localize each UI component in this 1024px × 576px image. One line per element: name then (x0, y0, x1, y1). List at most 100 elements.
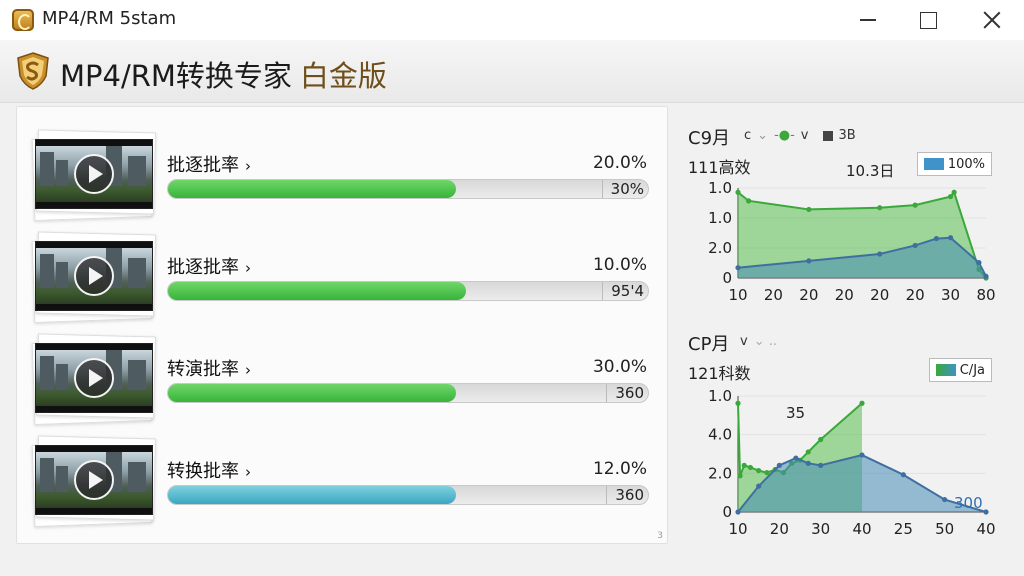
video-thumbnail[interactable] (31, 129, 157, 222)
data-point (942, 496, 948, 503)
data-point (735, 189, 741, 195)
data-point (818, 462, 824, 468)
x-tick-label: 20 (906, 286, 925, 304)
close-button[interactable] (972, 4, 1012, 36)
title-bar: MP4/RM 5stam (0, 0, 1024, 40)
thumbnail-building (128, 462, 146, 492)
y-tick-label: 2.0 (708, 464, 732, 482)
x-tick-label: 20 (799, 286, 818, 304)
maximize-button[interactable] (908, 4, 948, 36)
row-label[interactable]: 转演批率 › (167, 355, 251, 381)
data-point (947, 193, 954, 200)
thumbnail-building (56, 262, 68, 288)
thumbnail-building (128, 258, 146, 288)
data-point (912, 242, 918, 249)
conversion-row[interactable]: 批逐批率 › 20.0% 30% (17, 119, 667, 222)
y-tick-label: 0 (722, 503, 732, 521)
x-tick-label: 80 (976, 286, 995, 304)
x-tick-label: 30 (811, 520, 830, 538)
data-point (983, 509, 989, 515)
chevron-right-icon: › (245, 259, 251, 277)
chart-annotation: 10.3日 (846, 162, 894, 180)
y-tick-label: 4.0 (708, 426, 732, 444)
close-icon (983, 11, 1001, 29)
data-point (805, 449, 811, 455)
row-percent: 10.0% (592, 255, 647, 275)
y-tick-label: 2.0 (708, 239, 732, 257)
progress-bar: 360 (167, 485, 649, 505)
row-percent: 20.0% (592, 153, 647, 173)
conversion-row[interactable]: 转换批率 › 12.0% 360 (17, 425, 667, 528)
x-tick-label: 25 (894, 520, 913, 538)
data-point (877, 205, 883, 211)
play-icon[interactable] (74, 256, 114, 296)
row-percent: 12.0% (592, 459, 647, 479)
thumbnail-building (56, 466, 68, 492)
conversion-row[interactable]: 转演批率 › 30.0% 360 (17, 323, 667, 426)
x-tick-label: 10 (728, 286, 747, 304)
data-point (805, 460, 811, 466)
data-point (933, 235, 939, 242)
chart-top: C9月 c ⌄ -●- v 3B 111高效 100% 1.0 1.0 2.0 0 10… (682, 118, 1002, 318)
progress-bar: 95'4 (167, 281, 649, 301)
series-area (738, 455, 986, 512)
play-icon[interactable] (74, 460, 114, 500)
row-label[interactable]: 转换批率 › (167, 457, 251, 483)
play-icon[interactable] (74, 358, 114, 398)
app-icon (12, 9, 34, 31)
app-name: MP4/RM转换专家 (60, 59, 292, 93)
data-point (818, 436, 824, 443)
data-point (912, 202, 918, 208)
row-label[interactable]: 批逐批率 › (167, 253, 251, 279)
shield-logo-icon (17, 52, 49, 90)
data-point (735, 265, 741, 271)
chevron-right-icon: › (245, 463, 251, 481)
conversion-list: 批逐批率 › 20.0% 30% 批逐批率 › 10.0% 95'4 转演批率 … (16, 106, 668, 544)
row-label[interactable]: 批逐批率 › (167, 151, 251, 177)
thumbnail-building (56, 160, 68, 186)
chevron-right-icon: › (245, 361, 251, 379)
data-point (859, 452, 865, 458)
video-frame (35, 445, 153, 515)
data-point (756, 467, 762, 474)
progress-value: 360 (606, 486, 644, 504)
video-thumbnail[interactable] (31, 231, 157, 324)
conversion-row[interactable]: 批逐批率 › 10.0% 95'4 (17, 221, 667, 324)
data-point (859, 400, 865, 406)
video-thumbnail[interactable] (31, 435, 157, 528)
play-icon[interactable] (74, 154, 114, 194)
minimize-icon (860, 19, 876, 21)
data-point (806, 258, 812, 264)
row-percent: 30.0% (592, 357, 647, 377)
data-point (793, 455, 799, 461)
progress-bar: 30% (167, 179, 649, 199)
thumbnail-building (40, 356, 54, 390)
chart-annotation: 35 (786, 404, 805, 422)
thumbnail-building (40, 254, 54, 288)
charts-panel: C9月 c ⌄ -●- v 3B 111高效 100% 1.0 1.0 2.0 0 10… (682, 118, 1002, 542)
app-title: MP4/RM转换专家 白金版 (60, 53, 387, 95)
y-tick-label: 1.0 (708, 387, 732, 405)
row-label-text: 转换批率 (167, 461, 239, 482)
x-tick-label: 30 (941, 286, 960, 304)
video-frame (35, 343, 153, 413)
video-frame (35, 241, 153, 311)
thumbnail-building (128, 156, 146, 186)
chart-plot: 1.0 4.0 2.0 010 20 30 40 25 50 40 35 300 (708, 387, 995, 538)
data-point (756, 483, 762, 489)
scroll-indicator[interactable]: 3 (657, 531, 663, 541)
minimize-button[interactable] (848, 4, 888, 36)
data-point (983, 273, 989, 279)
x-tick-label: 20 (835, 286, 854, 304)
thumbnail-building (40, 458, 54, 492)
video-thumbnail[interactable] (31, 333, 157, 426)
window-title: MP4/RM 5stam (42, 8, 177, 29)
data-point (976, 259, 982, 266)
progress-value: 95'4 (602, 282, 644, 300)
data-point (776, 462, 782, 468)
chart-bottom: CP月 v ⌄ .. 121科数 C/Ja 1.0 4.0 2.0 0 10 20 30 40… (682, 324, 1002, 538)
data-point (877, 251, 883, 257)
chevron-right-icon: › (245, 157, 251, 175)
progress-bar: 360 (167, 383, 649, 403)
data-point (764, 470, 770, 476)
